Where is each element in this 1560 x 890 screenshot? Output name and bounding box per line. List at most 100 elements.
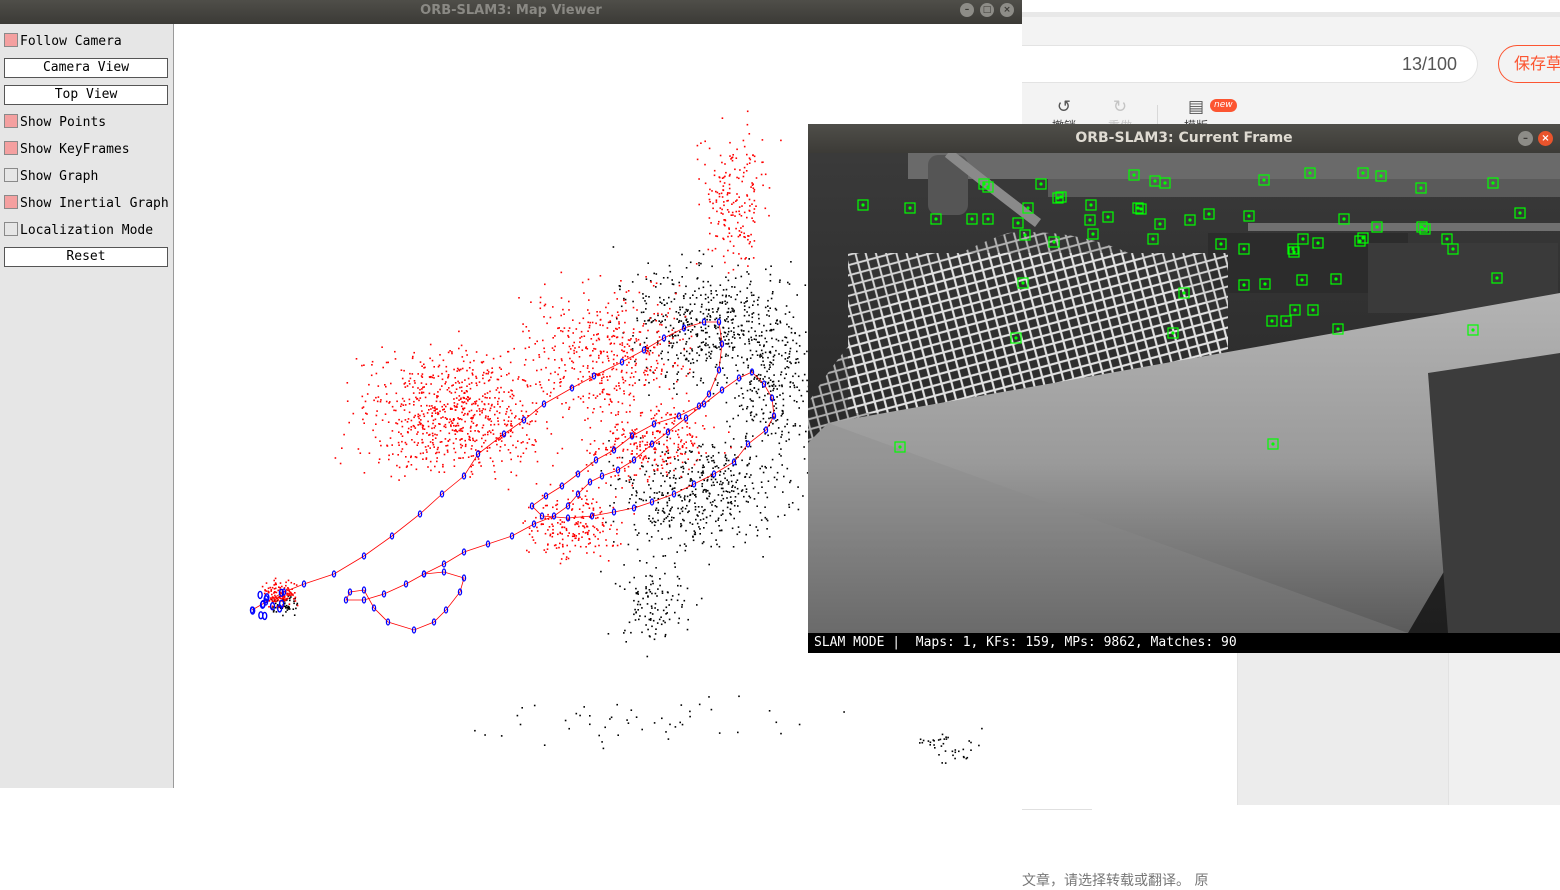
localization-mode-checkbox[interactable]: Localization Mode [4,222,153,240]
map-point [586,367,589,369]
article-title-input[interactable]: 13/100 [1022,45,1478,83]
map-point [661,302,663,305]
map-point [666,436,669,438]
orb-feature-center [1420,225,1424,229]
map-point [793,384,795,387]
map-point [460,430,462,432]
map-point [689,368,691,371]
map-point [381,346,383,348]
map-point [730,446,732,449]
map-point [757,388,760,391]
map-point [616,354,618,357]
checkbox-box[interactable] [4,195,18,209]
current-frame-titlebar[interactable]: ORB-SLAM3: Current Frame – × [808,124,1560,153]
checkbox-box[interactable] [4,114,18,128]
map-point [694,502,696,504]
checkbox-box[interactable] [4,33,18,47]
map-point [785,305,788,307]
map-point [592,509,595,511]
map-point [645,276,647,278]
map-point [746,123,749,126]
map-point [700,262,702,265]
map-point [507,488,510,491]
map-point [581,439,583,441]
map-point [680,475,682,478]
map-point [535,402,538,404]
map-point [736,148,738,151]
map-point [714,325,717,327]
map-point [709,316,712,318]
map-point [731,159,734,162]
map-point [706,480,709,482]
map-point [731,336,734,338]
map-point [586,531,588,534]
map-point [482,434,485,437]
map-point [721,494,723,497]
map-point [717,519,719,521]
checkbox-box[interactable] [4,141,18,155]
map-point [581,349,584,351]
save-draft-button[interactable]: 保存草 [1498,45,1560,83]
map-point [634,608,636,611]
close-icon[interactable]: × [1000,3,1014,17]
map-point [739,169,741,171]
map-point [617,474,620,477]
map-point [269,586,272,589]
close-icon[interactable]: × [1538,131,1553,146]
checkbox-box[interactable] [4,168,18,182]
minimize-icon[interactable]: – [1518,131,1533,146]
map-point [679,314,681,316]
map-point [385,361,388,364]
map-point [636,534,639,536]
map-point [556,397,559,399]
map-point [760,519,763,521]
map-point [727,320,729,323]
show-keyframes-checkbox[interactable]: Show KeyFrames [4,141,130,159]
map-point [454,433,457,435]
checkbox-box[interactable] [4,222,18,236]
map-point [788,438,790,441]
map-point [601,382,603,384]
map-point [401,425,404,428]
map-point [590,379,593,381]
map-point [492,460,494,463]
map-point [760,355,763,357]
reset-button[interactable]: Reset [4,247,168,267]
map-point [740,215,743,217]
follow-camera-checkbox[interactable]: Follow Camera [4,33,122,51]
map-point [721,208,723,211]
map-point [655,463,658,466]
orb-feature-center [1423,227,1427,231]
minimize-icon[interactable]: – [960,3,974,17]
map-point [732,214,734,216]
map-point [780,415,783,417]
map-point [768,187,771,189]
map-point [470,448,473,450]
map-point [775,420,777,422]
show-inertial-graph-checkbox[interactable]: Show Inertial Graph [4,195,169,213]
map-point [666,447,669,449]
map-point [715,506,718,508]
map-point [415,468,418,471]
map-point [689,499,691,501]
map-point [743,145,746,148]
show-graph-checkbox[interactable]: Show Graph [4,168,98,186]
map-point [549,483,552,486]
map-point [612,464,615,467]
show-points-checkbox[interactable]: Show Points [4,114,106,132]
map-point [507,431,510,434]
top-view-button[interactable]: Top View [4,85,168,105]
map-point [560,381,562,383]
map-point [363,472,366,474]
map-point [683,599,686,602]
camera-view-button[interactable]: Camera View [4,58,168,78]
map-point [598,354,600,357]
maximize-icon[interactable]: □ [980,3,994,17]
map-point [630,709,633,711]
map-point [708,696,710,698]
map-point [580,330,583,333]
map-viewer-titlebar[interactable]: ORB-SLAM3: Map Viewer – □ × [0,0,1022,24]
map-point [484,433,486,436]
map-point [777,427,780,429]
map-point [633,599,635,602]
